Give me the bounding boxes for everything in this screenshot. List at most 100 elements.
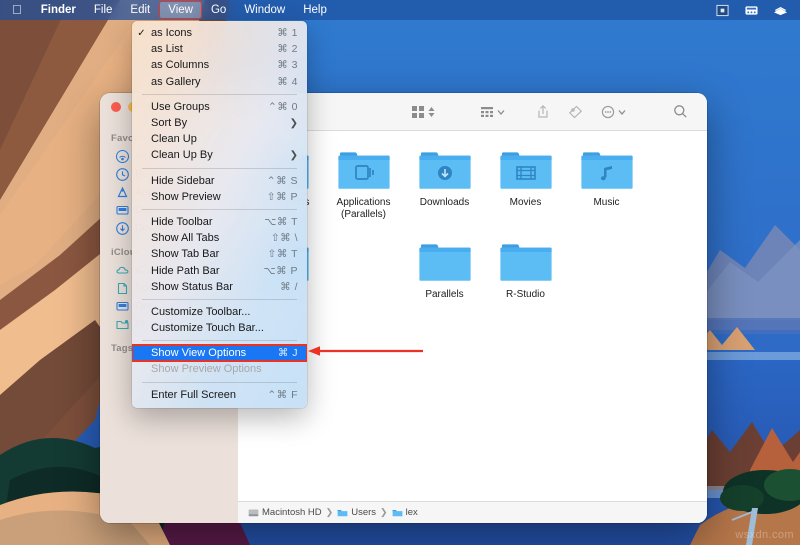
folder-icon — [392, 508, 403, 518]
menu-item-shortcut: ⌃⌘ S — [267, 175, 298, 187]
menu-separator — [142, 382, 297, 383]
menu-item-shortcut: ⌘ / — [280, 281, 298, 293]
menu-separator — [142, 209, 297, 210]
view-menu-item-customize-touch-bar[interactable]: Customize Touch Bar... — [132, 320, 307, 336]
tag-button[interactable] — [563, 102, 588, 122]
tag-icon — [568, 105, 583, 119]
menu-item-shortcut: ⌘ 2 — [277, 43, 298, 55]
file-item[interactable]: Downloads — [404, 143, 485, 221]
view-menu-item-as-gallery[interactable]: as Gallery⌘ 4 — [132, 74, 307, 90]
more-actions-button[interactable] — [596, 102, 632, 122]
menu-item-label: Hide Path Bar — [151, 265, 263, 277]
plain-folder-icon — [500, 241, 552, 283]
menu-go[interactable]: Go — [202, 1, 235, 19]
chevron-right-icon: ❯ — [290, 118, 298, 129]
menu-item-shortcut: ⌃⌘ F — [267, 389, 298, 401]
menu-finder[interactable]: Finder — [32, 1, 85, 19]
menu-item-label: Hide Sidebar — [151, 175, 267, 187]
search-button[interactable] — [668, 101, 693, 122]
close-button[interactable] — [111, 102, 121, 112]
path-segment-label: lex — [406, 507, 418, 518]
applications-icon — [116, 186, 129, 199]
menu-item-shortcut: ⇧⌘ P — [267, 191, 298, 203]
menu-item-label: Use Groups — [151, 101, 268, 113]
menu-file[interactable]: File — [85, 1, 122, 19]
file-row: Applications Applications (Parallels) Do… — [238, 143, 707, 221]
menu-item-label: Show Preview — [151, 191, 267, 203]
view-menu-item-as-icons[interactable]: ✓as Icons⌘ 1 — [132, 25, 307, 41]
clock-icon — [116, 168, 129, 181]
path-segment-macintosh-hd[interactable]: Macintosh HD — [248, 507, 322, 518]
menu-bar-status-items — [715, 4, 792, 17]
menu-item-label: as Columns — [151, 59, 277, 71]
view-menu-item-show-view-options[interactable]: Show View Options⌘ J — [132, 345, 307, 361]
menu-edit[interactable]: Edit — [121, 1, 159, 19]
empty-slot — [338, 241, 390, 283]
checkmark-icon: ✓ — [132, 28, 151, 39]
chevron-down-icon — [496, 105, 506, 119]
file-item-label: Music — [593, 197, 619, 209]
airdrop-icon — [116, 150, 129, 163]
view-menu-item-sort-by[interactable]: Sort By❯ — [132, 115, 307, 131]
file-row: Public Parallels R-Studio — [238, 235, 707, 301]
view-menu-item-show-all-tabs[interactable]: Show All Tabs⇧⌘ \ — [132, 230, 307, 246]
path-segment-label: Users — [351, 507, 376, 518]
menu-item-shortcut: ⌃⌘ 0 — [268, 101, 298, 113]
menu-view[interactable]: View — [159, 1, 202, 19]
menu-item-label: Clean Up By — [151, 149, 290, 161]
menu-item-label: Show Tab Bar — [151, 248, 268, 260]
file-item[interactable]: Music — [566, 143, 647, 221]
menu-item-label: Show Status Bar — [151, 281, 280, 293]
menu-window[interactable]: Window — [235, 1, 294, 19]
menu-separator — [142, 299, 297, 300]
view-menu-item-show-tab-bar[interactable]: Show Tab Bar⇧⌘ T — [132, 246, 307, 262]
view-menu-item-clean-up[interactable]: Clean Up — [132, 131, 307, 147]
chevron-right-icon: ❯ — [290, 150, 298, 161]
apple-logo-icon[interactable]:  — [8, 2, 32, 18]
file-item[interactable]: Movies — [485, 143, 566, 221]
view-menu-item-hide-path-bar[interactable]: Hide Path Bar⌥⌘ P — [132, 262, 307, 278]
path-bar: Macintosh HD❯Users❯lex — [238, 501, 707, 523]
view-menu-item-hide-sidebar[interactable]: Hide Sidebar⌃⌘ S — [132, 173, 307, 189]
menu-item-label: Show View Options — [151, 347, 278, 359]
document-icon — [116, 282, 129, 295]
path-segment-users[interactable]: Users — [337, 507, 376, 518]
view-menu-item-as-list[interactable]: as List⌘ 2 — [132, 41, 307, 57]
movies-folder-icon — [500, 149, 552, 191]
file-item[interactable]: Parallels — [404, 235, 485, 301]
view-menu-item-customize-toolbar[interactable]: Customize Toolbar... — [132, 304, 307, 320]
view-menu-item-enter-full-screen[interactable]: Enter Full Screen⌃⌘ F — [132, 387, 307, 403]
path-segment-lex[interactable]: lex — [392, 507, 418, 518]
menu-item-label: Show Preview Options — [151, 363, 298, 375]
search-icon — [673, 104, 688, 119]
menu-item-shortcut: ⇧⌘ T — [268, 248, 298, 260]
view-menu-item-as-columns[interactable]: as Columns⌘ 3 — [132, 57, 307, 73]
hard-drive-icon — [248, 508, 259, 518]
folder-icon — [337, 508, 348, 518]
path-separator-icon: ❯ — [326, 507, 334, 518]
view-menu-item-use-groups[interactable]: Use Groups⌃⌘ 0 — [132, 99, 307, 115]
icon-view-button[interactable] — [406, 102, 441, 122]
finder-content: Applications Applications (Parallels) Do… — [238, 93, 707, 523]
control-center-icon[interactable] — [744, 4, 759, 17]
menu-item-label: Clean Up — [151, 133, 298, 145]
view-menu-item-hide-toolbar[interactable]: Hide Toolbar⌥⌘ T — [132, 214, 307, 230]
menu-bar-items: FinderFileEditViewGoWindowHelp — [32, 1, 336, 19]
more-actions-icon — [601, 105, 615, 119]
file-item-label: Downloads — [420, 197, 469, 209]
chevron-down-icon — [617, 105, 627, 119]
view-menu-item-clean-up-by[interactable]: Clean Up By❯ — [132, 147, 307, 163]
music-folder-icon — [581, 149, 633, 191]
file-item[interactable]: Applications (Parallels) — [323, 143, 404, 221]
menu-help[interactable]: Help — [294, 1, 336, 19]
downloads-folder-icon — [419, 149, 471, 191]
group-by-button[interactable] — [475, 102, 511, 122]
menu-item-shortcut: ⇧⌘ \ — [271, 232, 298, 244]
view-menu-item-show-status-bar[interactable]: Show Status Bar⌘ / — [132, 279, 307, 295]
battery-icon[interactable] — [773, 4, 788, 17]
file-item[interactable]: R-Studio — [485, 235, 566, 301]
group-by-icon — [480, 105, 494, 119]
screenshot-icon[interactable] — [715, 4, 730, 17]
share-button[interactable] — [531, 101, 555, 122]
view-menu-item-show-preview[interactable]: Show Preview⇧⌘ P — [132, 189, 307, 205]
